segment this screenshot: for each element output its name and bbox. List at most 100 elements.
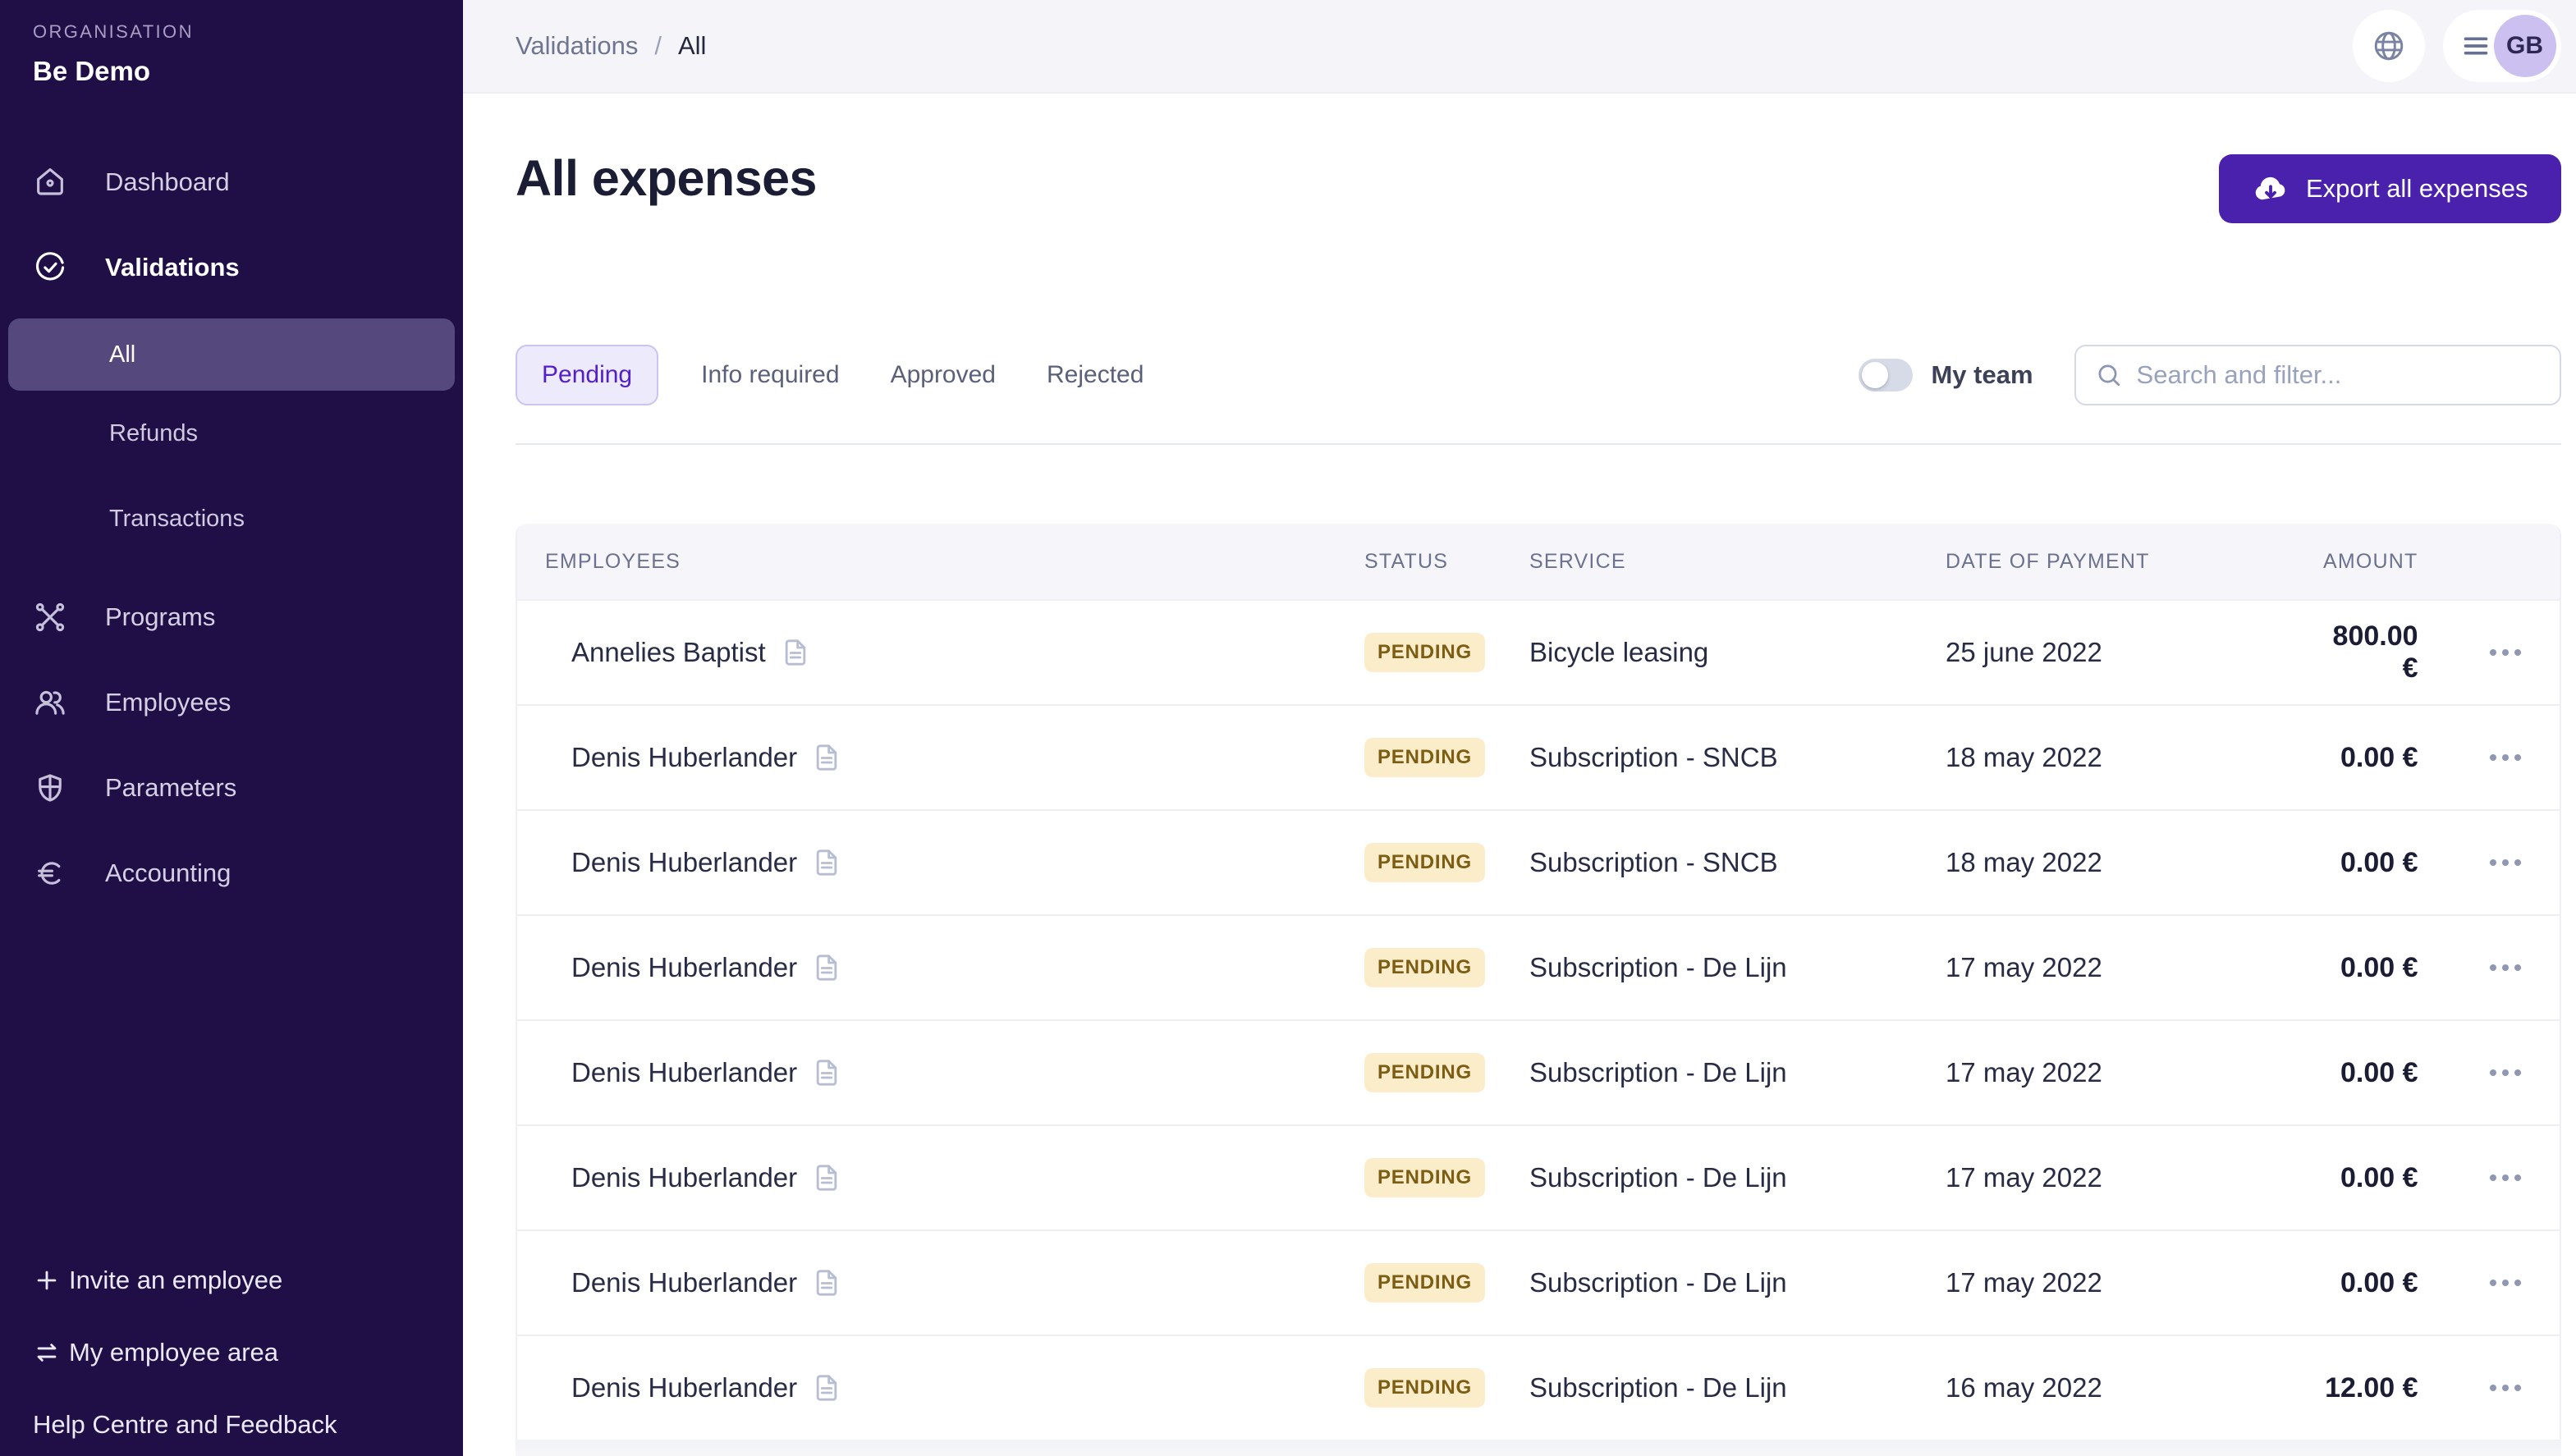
row-actions-button[interactable] <box>2451 1069 2560 1076</box>
receipt-file-icon[interactable] <box>810 1161 843 1194</box>
sidebar-item-label: Programs <box>105 602 215 632</box>
date-cell: 16 may 2022 <box>1946 1372 2323 1403</box>
employee-name: Denis Huberlander <box>571 1057 797 1088</box>
employee-cell: Annelies Baptist <box>517 636 1354 669</box>
sidebar-subitem-refunds[interactable]: Refunds <box>0 391 463 476</box>
ellipsis-icon <box>2514 1069 2521 1076</box>
receipt-file-icon[interactable] <box>810 1371 843 1404</box>
row-actions-button[interactable] <box>2451 649 2560 656</box>
table-row[interactable]: Denis Huberlander PENDING Subscription -… <box>517 914 2560 1019</box>
row-actions-button[interactable] <box>2451 964 2560 971</box>
sidebar-item-accounting[interactable]: Accounting <box>0 831 463 916</box>
sidebar-item-employees[interactable]: Employees <box>0 660 463 745</box>
ellipsis-icon <box>2490 1385 2496 1391</box>
users-icon <box>33 685 67 720</box>
network-icon <box>33 600 67 634</box>
ellipsis-icon <box>2490 1069 2496 1076</box>
ellipsis-icon <box>2514 859 2521 866</box>
row-actions-button[interactable] <box>2451 859 2560 866</box>
status-badge: PENDING <box>1364 738 1485 777</box>
service-cell: Bicycle leasing <box>1516 637 1946 668</box>
date-cell: 17 may 2022 <box>1946 1267 2323 1298</box>
sidebar-subitem-transactions[interactable]: Transactions <box>0 476 463 561</box>
table-row[interactable]: Denis Huberlander PENDING Subscription -… <box>517 1229 2560 1335</box>
employee-name: Denis Huberlander <box>571 1267 797 1298</box>
topbar: Validations / All GB <box>463 0 2576 94</box>
search-input[interactable] <box>2137 360 2542 390</box>
service-cell: Subscription - De Lijn <box>1516 1372 1946 1403</box>
service-cell: Subscription - SNCB <box>1516 847 1946 878</box>
table-row[interactable]: Denis Huberlander PENDING Subscription -… <box>517 1335 2560 1440</box>
column-header-employees: EMPLOYEES <box>517 550 1354 574</box>
breadcrumb-current: All <box>678 31 706 61</box>
column-header-status: STATUS <box>1354 550 1516 574</box>
row-actions-button[interactable] <box>2451 1280 2560 1286</box>
employee-cell: Denis Huberlander <box>517 846 1354 879</box>
footer-item-label: Help Centre and Feedback <box>33 1410 337 1440</box>
table-row[interactable]: Denis Huberlander PENDING Subscription -… <box>517 1124 2560 1229</box>
globe-icon <box>2371 28 2407 64</box>
amount-cell: 0.00 € <box>2323 847 2451 879</box>
ellipsis-icon <box>2502 964 2509 971</box>
language-button[interactable] <box>2353 10 2425 82</box>
check-circle-icon <box>33 250 67 285</box>
receipt-file-icon[interactable] <box>810 951 843 984</box>
receipt-file-icon[interactable] <box>779 636 812 669</box>
table-row[interactable]: Denis Huberlander PENDING Subscription -… <box>517 1019 2560 1124</box>
breadcrumb-parent[interactable]: Validations <box>516 31 638 61</box>
ellipsis-icon <box>2514 754 2521 761</box>
amount-cell: 0.00 € <box>2323 1267 2451 1299</box>
ellipsis-icon <box>2490 649 2496 656</box>
sidebar-item-parameters[interactable]: Parameters <box>0 745 463 831</box>
receipt-file-icon[interactable] <box>810 741 843 774</box>
help-centre-link[interactable]: Help Centre and Feedback <box>0 1389 463 1456</box>
employee-name: Annelies Baptist <box>571 637 766 668</box>
tab-rejected[interactable]: Rejected <box>1038 361 1152 389</box>
table-row[interactable]: Denis Huberlander PENDING Subscription -… <box>517 809 2560 914</box>
sidebar-item-validations[interactable]: Validations <box>0 225 463 310</box>
table-row[interactable]: Denis Huberlander PENDING Subscription -… <box>517 704 2560 809</box>
row-actions-button[interactable] <box>2451 1385 2560 1391</box>
receipt-file-icon[interactable] <box>810 846 843 879</box>
tab-info-required[interactable]: Info required <box>693 361 847 389</box>
service-cell: Subscription - De Lijn <box>1516 1162 1946 1193</box>
ellipsis-icon <box>2514 1174 2521 1181</box>
employee-name: Denis Huberlander <box>571 1162 797 1193</box>
invite-employee-button[interactable]: Invite an employee <box>0 1244 463 1316</box>
ellipsis-icon <box>2490 964 2496 971</box>
topbar-actions: GB <box>2353 10 2561 82</box>
amount-cell: 0.00 € <box>2323 952 2451 984</box>
date-cell: 18 may 2022 <box>1946 742 2323 773</box>
ellipsis-icon <box>2502 1069 2509 1076</box>
employee-name: Denis Huberlander <box>571 742 797 773</box>
sidebar-subitem-all[interactable]: All <box>8 318 455 391</box>
service-cell: Subscription - De Lijn <box>1516 1057 1946 1088</box>
status-badge: PENDING <box>1364 633 1485 672</box>
ellipsis-icon <box>2514 1385 2521 1391</box>
sidebar-item-programs[interactable]: Programs <box>0 575 463 660</box>
page-head: All expenses Export all expenses <box>516 149 2561 223</box>
row-actions-button[interactable] <box>2451 754 2560 761</box>
receipt-file-icon[interactable] <box>810 1056 843 1089</box>
receipt-file-icon[interactable] <box>810 1266 843 1299</box>
toolbar-right: My team <box>1859 345 2560 405</box>
home-icon <box>33 165 67 199</box>
table-row[interactable]: Annelies Baptist PENDING Bicycle leasing… <box>517 599 2560 704</box>
search-icon <box>2094 360 2124 390</box>
ellipsis-icon <box>2502 754 2509 761</box>
export-all-expenses-button[interactable]: Export all expenses <box>2219 154 2561 223</box>
breadcrumb: Validations / All <box>516 31 706 61</box>
sidebar-subitem-label: Transactions <box>109 506 245 533</box>
account-menu-button[interactable]: GB <box>2443 10 2561 82</box>
tab-pending[interactable]: Pending <box>516 345 658 405</box>
my-team-toggle[interactable] <box>1859 359 1913 391</box>
my-employee-area-link[interactable]: My employee area <box>0 1316 463 1389</box>
expenses-table: EMPLOYEES STATUS SERVICE DATE OF PAYMENT… <box>516 524 2561 1440</box>
row-actions-button[interactable] <box>2451 1174 2560 1181</box>
sidebar-item-dashboard[interactable]: Dashboard <box>0 140 463 225</box>
employee-name: Denis Huberlander <box>571 847 797 878</box>
amount-cell: 800.00 € <box>2323 620 2451 685</box>
ellipsis-icon <box>2490 754 2496 761</box>
status-badge: PENDING <box>1364 843 1485 882</box>
tab-approved[interactable]: Approved <box>882 361 1004 389</box>
